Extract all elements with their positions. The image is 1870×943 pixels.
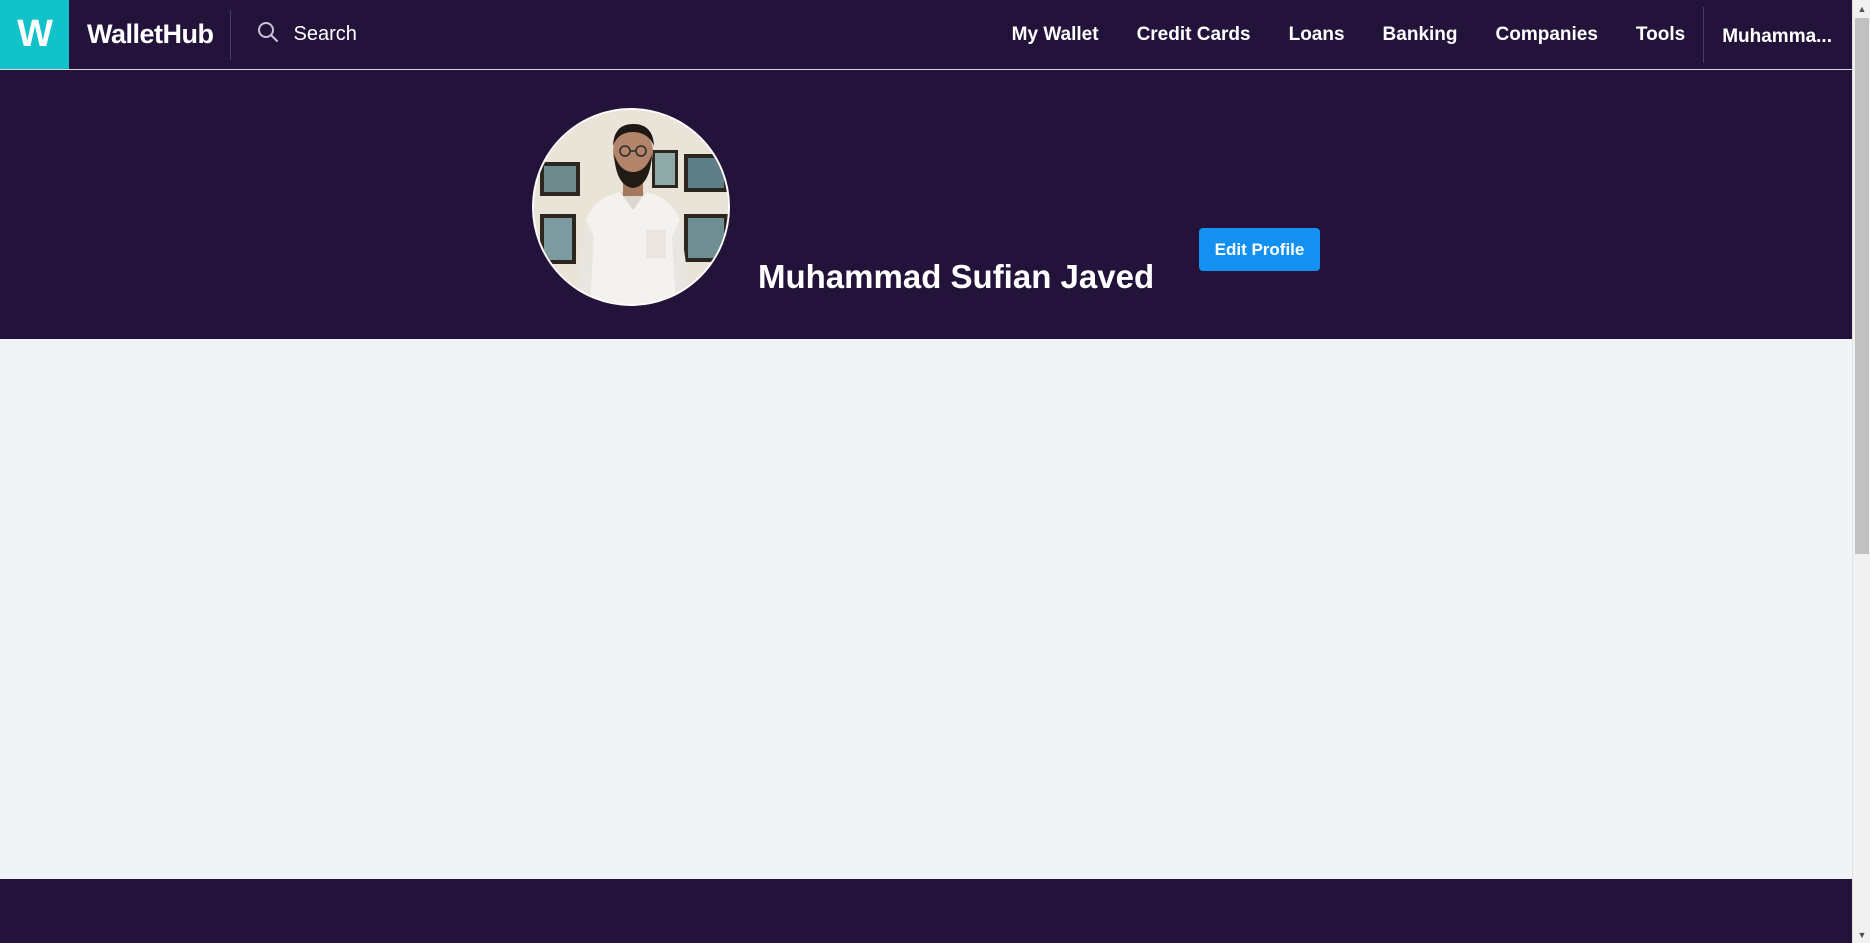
edit-profile-button[interactable]: Edit Profile bbox=[1199, 228, 1320, 271]
scroll-down-arrow-icon[interactable]: ▼ bbox=[1853, 926, 1870, 943]
profile-header: Muhammad Sufian Javed Edit Profile bbox=[0, 70, 1852, 339]
logo-letter: W bbox=[17, 13, 53, 55]
nav-item-banking[interactable]: Banking bbox=[1383, 24, 1458, 46]
wallethub-logo-icon[interactable]: W bbox=[0, 0, 69, 69]
profile-name: Muhammad Sufian Javed bbox=[758, 258, 1155, 295]
vertical-scrollbar[interactable]: ▲ ▼ bbox=[1852, 0, 1870, 943]
search-box[interactable]: Search bbox=[256, 20, 357, 49]
scrollbar-thumb[interactable] bbox=[1855, 18, 1869, 554]
scroll-up-arrow-icon[interactable]: ▲ bbox=[1853, 0, 1870, 17]
search-label[interactable]: Search bbox=[294, 23, 357, 46]
header-divider bbox=[229, 9, 231, 60]
page-footer bbox=[0, 879, 1852, 943]
brand-name[interactable]: WalletHub bbox=[87, 19, 214, 50]
nav-item-my-wallet[interactable]: My Wallet bbox=[1012, 24, 1099, 46]
top-navigation-bar: W WalletHub Search My Wallet Credit Card… bbox=[0, 0, 1852, 70]
nav-item-credit-cards[interactable]: Credit Cards bbox=[1137, 24, 1251, 46]
profile-content-area bbox=[0, 339, 1852, 879]
nav-item-tools[interactable]: Tools bbox=[1636, 24, 1685, 46]
search-icon[interactable] bbox=[256, 20, 280, 49]
nav-item-companies[interactable]: Companies bbox=[1496, 24, 1598, 46]
avatar-illustration bbox=[534, 110, 728, 304]
user-menu[interactable]: Muhamma... bbox=[1704, 26, 1852, 48]
main-nav: My Wallet Credit Cards Loans Banking Com… bbox=[1012, 0, 1852, 69]
nav-item-loans[interactable]: Loans bbox=[1289, 24, 1345, 46]
page: W WalletHub Search My Wallet Credit Card… bbox=[0, 0, 1852, 943]
user-avatar-photo[interactable] bbox=[532, 108, 730, 306]
